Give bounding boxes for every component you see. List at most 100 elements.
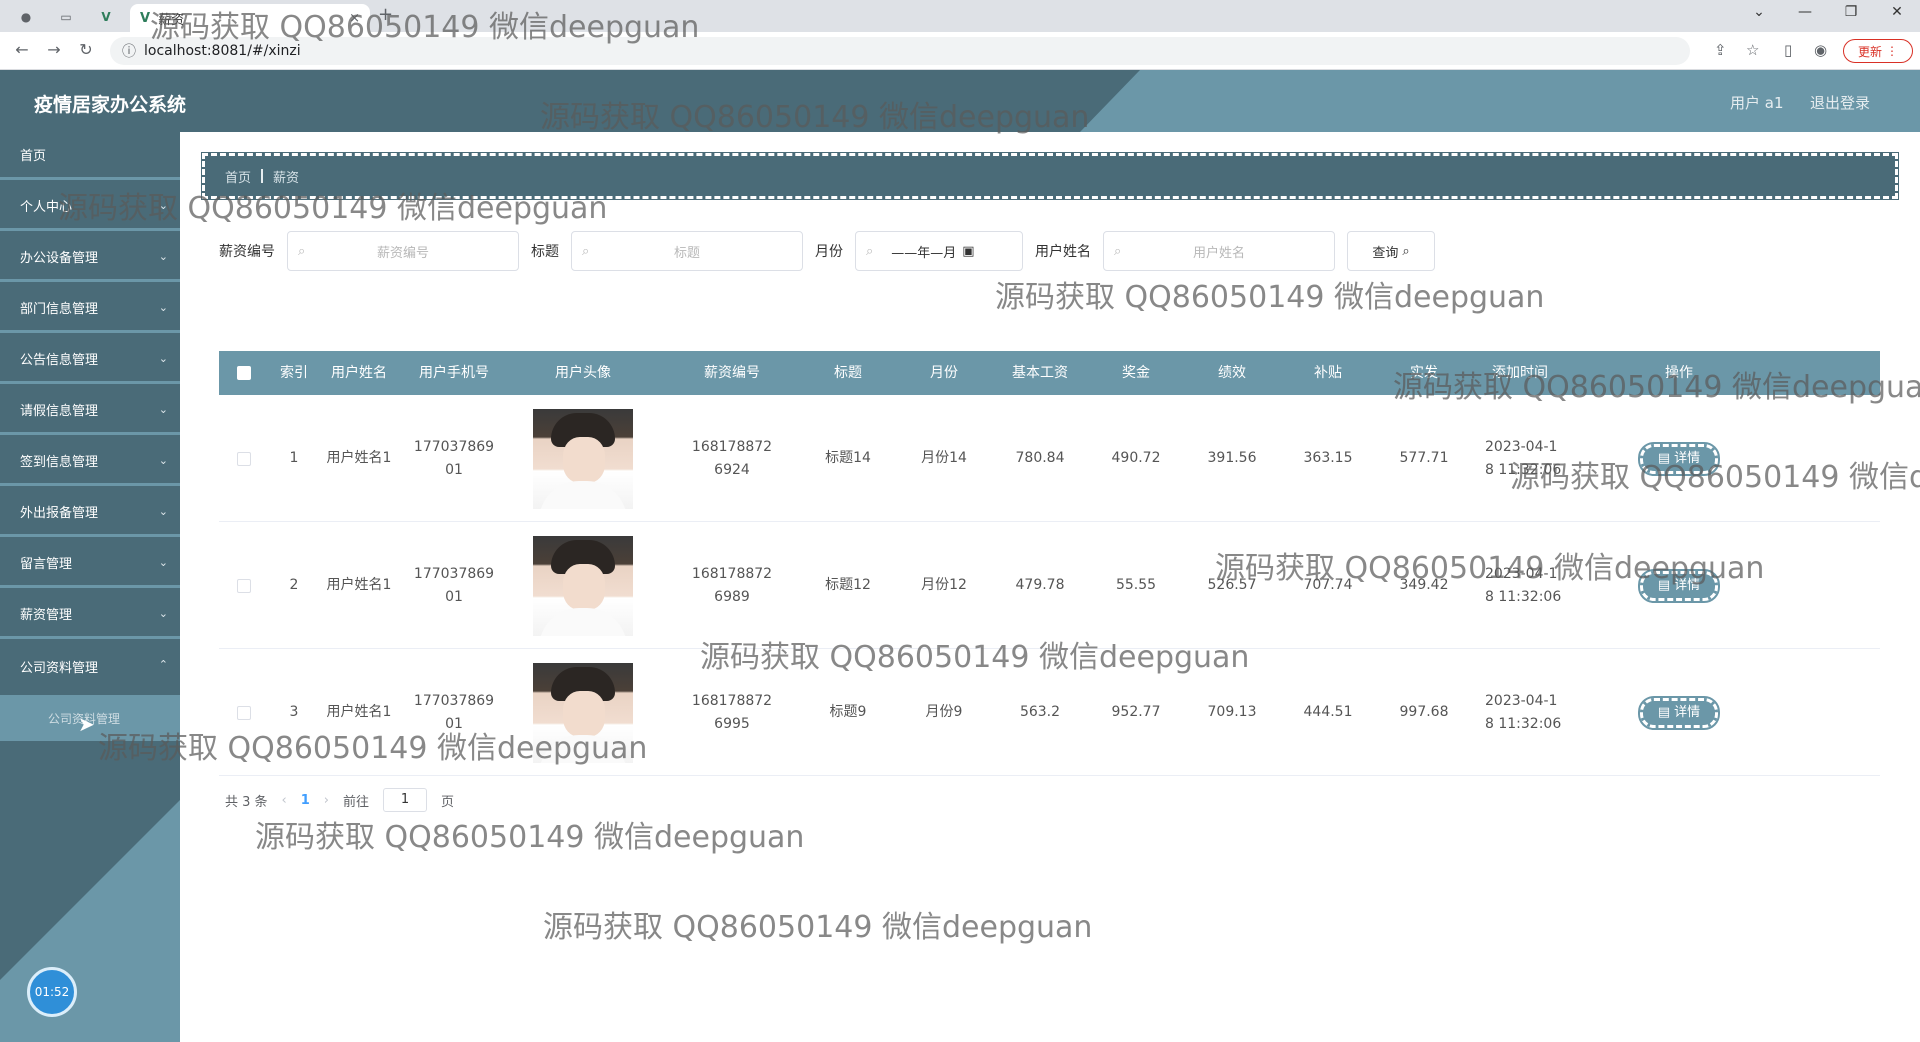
table-row: 2 用户姓名1 177037869 01 168178872 6989 标题12… <box>219 522 1880 649</box>
th-performance: 绩效 <box>1218 365 1246 381</box>
sidebar-item-label: 签到信息管理 <box>20 455 99 470</box>
tab-close-icon[interactable]: × <box>349 11 360 26</box>
row-checkbox[interactable] <box>219 395 269 522</box>
salary-no-line: 168178872 <box>691 565 773 582</box>
avatar <box>533 662 633 763</box>
reload-icon[interactable]: ↻ <box>74 40 98 59</box>
salary-no-line: 168178872 <box>691 438 773 455</box>
minimize-icon[interactable]: — <box>1790 4 1820 20</box>
tab-blank-icon[interactable]: ▭ <box>52 6 80 28</box>
sidebar-item-equipment[interactable]: 办公设备管理 ⌄ <box>0 234 180 282</box>
vue-tab-icon[interactable]: V <box>92 6 120 28</box>
cell-bonus: 490.72 <box>1111 450 1161 466</box>
browser-tab-bar: ● ▭ V V 薪资 × + ⌄ — ❐ ✕ <box>0 0 1920 32</box>
cell-phone: 177037869 01 <box>399 649 509 776</box>
sidebar-item-leave[interactable]: 请假信息管理 ⌄ <box>0 387 180 435</box>
browser-tab-active[interactable]: V 薪资 × <box>130 4 370 32</box>
cell-avatar <box>509 522 657 649</box>
sidebar-item-home[interactable]: 首页 <box>0 132 180 180</box>
sidebar-item-messages[interactable]: 留言管理 ⌄ <box>0 540 180 588</box>
cell-name: 用户姓名1 <box>326 704 392 720</box>
close-window-icon[interactable]: ✕ <box>1882 4 1912 20</box>
prev-page-icon[interactable]: ‹ <box>282 793 287 808</box>
new-tab-icon[interactable]: + <box>378 4 393 25</box>
chevron-down-icon: ⌄ <box>158 454 168 467</box>
cell-salary-no: 168178872 6989 <box>657 522 807 649</box>
th-phone: 用户手机号 <box>419 365 489 381</box>
breadcrumb-home[interactable]: 首页 <box>225 167 251 186</box>
chevron-down-icon: ⌄ <box>158 505 168 518</box>
detail-button[interactable]: ▤ 详情 <box>1638 695 1720 730</box>
cell-phone: 177037869 01 <box>399 522 509 649</box>
sidebar-item-outing[interactable]: 外出报备管理 ⌄ <box>0 489 180 537</box>
time-line: 2023-04-1 <box>1485 565 1558 582</box>
tab-title: 薪资 <box>158 12 185 28</box>
sidebar-item-notice[interactable]: 公告信息管理 ⌄ <box>0 336 180 384</box>
update-button[interactable]: 更新 ⋮ <box>1843 39 1913 63</box>
cell-allowance: 363.15 <box>1303 450 1353 466</box>
sidebar-item-salary[interactable]: 薪资管理 ⌄ <box>0 591 180 639</box>
url-field[interactable]: ⓘ localhost:8081/#/xinzi <box>110 37 1690 65</box>
sidebar-decoration <box>0 800 180 1042</box>
sidebar: 首页 个人中心 ⌄ 办公设备管理 ⌄ 部门信息管理 ⌄ 公告信息管理 ⌄ 请假信… <box>0 132 180 1042</box>
mouse-cursor-icon: ➤ <box>78 712 95 736</box>
avatar <box>533 535 633 636</box>
month-picker[interactable]: ⌕ ——年—月 ▣ <box>855 231 1023 271</box>
github-icon[interactable]: ● <box>12 6 40 28</box>
page-number[interactable]: 1 <box>301 793 310 808</box>
sidebar-item-label: 薪资管理 <box>20 608 73 623</box>
sidebar-item-checkin[interactable]: 签到信息管理 ⌄ <box>0 438 180 486</box>
next-page-icon[interactable]: › <box>324 793 329 808</box>
salary-no-line: 6924 <box>714 461 750 478</box>
goto-page-input[interactable]: 1 <box>383 788 428 812</box>
current-user: 用户 a1 <box>1730 94 1784 112</box>
logout-link[interactable]: 退出登录 <box>1810 92 1870 113</box>
app-title: 疫情居家办公系统 <box>34 94 187 116</box>
salary-no-input[interactable]: ⌕ 薪资编号 <box>287 231 519 271</box>
title-input[interactable]: ⌕ 标题 <box>571 231 803 271</box>
cell-salary-no: 168178872 6924 <box>657 395 807 522</box>
more-menu-icon: ⋮ <box>1886 44 1898 58</box>
search-icon: ⌕ <box>1402 243 1410 259</box>
cell-name: 用户姓名1 <box>326 577 392 593</box>
cell-performance: 709.13 <box>1207 704 1257 720</box>
detail-label: 详情 <box>1674 578 1701 593</box>
cell-title: 标题14 <box>825 450 871 466</box>
sidebar-item-department[interactable]: 部门信息管理 ⌄ <box>0 285 180 333</box>
select-all-checkbox[interactable] <box>219 351 269 395</box>
row-checkbox[interactable] <box>219 522 269 649</box>
detail-button[interactable]: ▤ 详情 <box>1638 568 1720 603</box>
breadcrumb-current: 薪资 <box>273 170 300 186</box>
search-form: 薪资编号 ⌕ 薪资编号 标题 ⌕ 标题 月份 ⌕ ——年—月 ▣ 用户姓名 ⌕ … <box>219 231 1435 271</box>
time-line: 2023-04-1 <box>1485 438 1558 455</box>
title-label: 标题 <box>531 244 559 260</box>
sidebar-item-company-docs[interactable]: 公司资料管理 ⌃ <box>0 642 180 690</box>
chevron-down-icon: ⌄ <box>158 556 168 569</box>
sidepanel-icon[interactable]: ▯ <box>1784 41 1792 59</box>
cell-action: ▤ 详情 <box>1619 395 1739 522</box>
profile-avatar-icon[interactable]: ◉ <box>1814 41 1827 59</box>
restore-icon[interactable]: ❐ <box>1836 4 1866 20</box>
bookmark-star-icon[interactable]: ☆ <box>1746 41 1759 59</box>
th-avatar: 用户头像 <box>555 365 611 381</box>
query-button[interactable]: 查询 ⌕ <box>1347 231 1435 271</box>
tab-list-icon[interactable]: ⌄ <box>1744 4 1774 20</box>
document-icon: ▤ <box>1657 578 1671 593</box>
calendar-icon[interactable]: ▣ <box>962 244 974 259</box>
cell-title: 标题12 <box>825 577 871 593</box>
watermark-text: 源码获取 QQ86050149 微信deepguan <box>255 820 805 855</box>
sidebar-item-label: 个人中心 <box>20 200 73 215</box>
cell-action: ▤ 详情 <box>1619 649 1739 776</box>
detail-button[interactable]: ▤ 详情 <box>1638 441 1720 476</box>
row-checkbox[interactable] <box>219 649 269 776</box>
sidebar-item-profile[interactable]: 个人中心 ⌄ <box>0 183 180 231</box>
back-icon[interactable]: ← <box>10 40 34 59</box>
share-icon[interactable]: ⇪ <box>1714 41 1727 59</box>
cell-net: 997.68 <box>1399 704 1449 720</box>
forward-icon[interactable]: → <box>42 40 66 59</box>
cell-base: 780.84 <box>1015 450 1065 466</box>
salary-no-line: 6995 <box>714 715 750 732</box>
username-input[interactable]: ⌕ 用户姓名 <box>1103 231 1335 271</box>
avatar <box>533 408 633 509</box>
th-allowance: 补贴 <box>1314 365 1342 381</box>
